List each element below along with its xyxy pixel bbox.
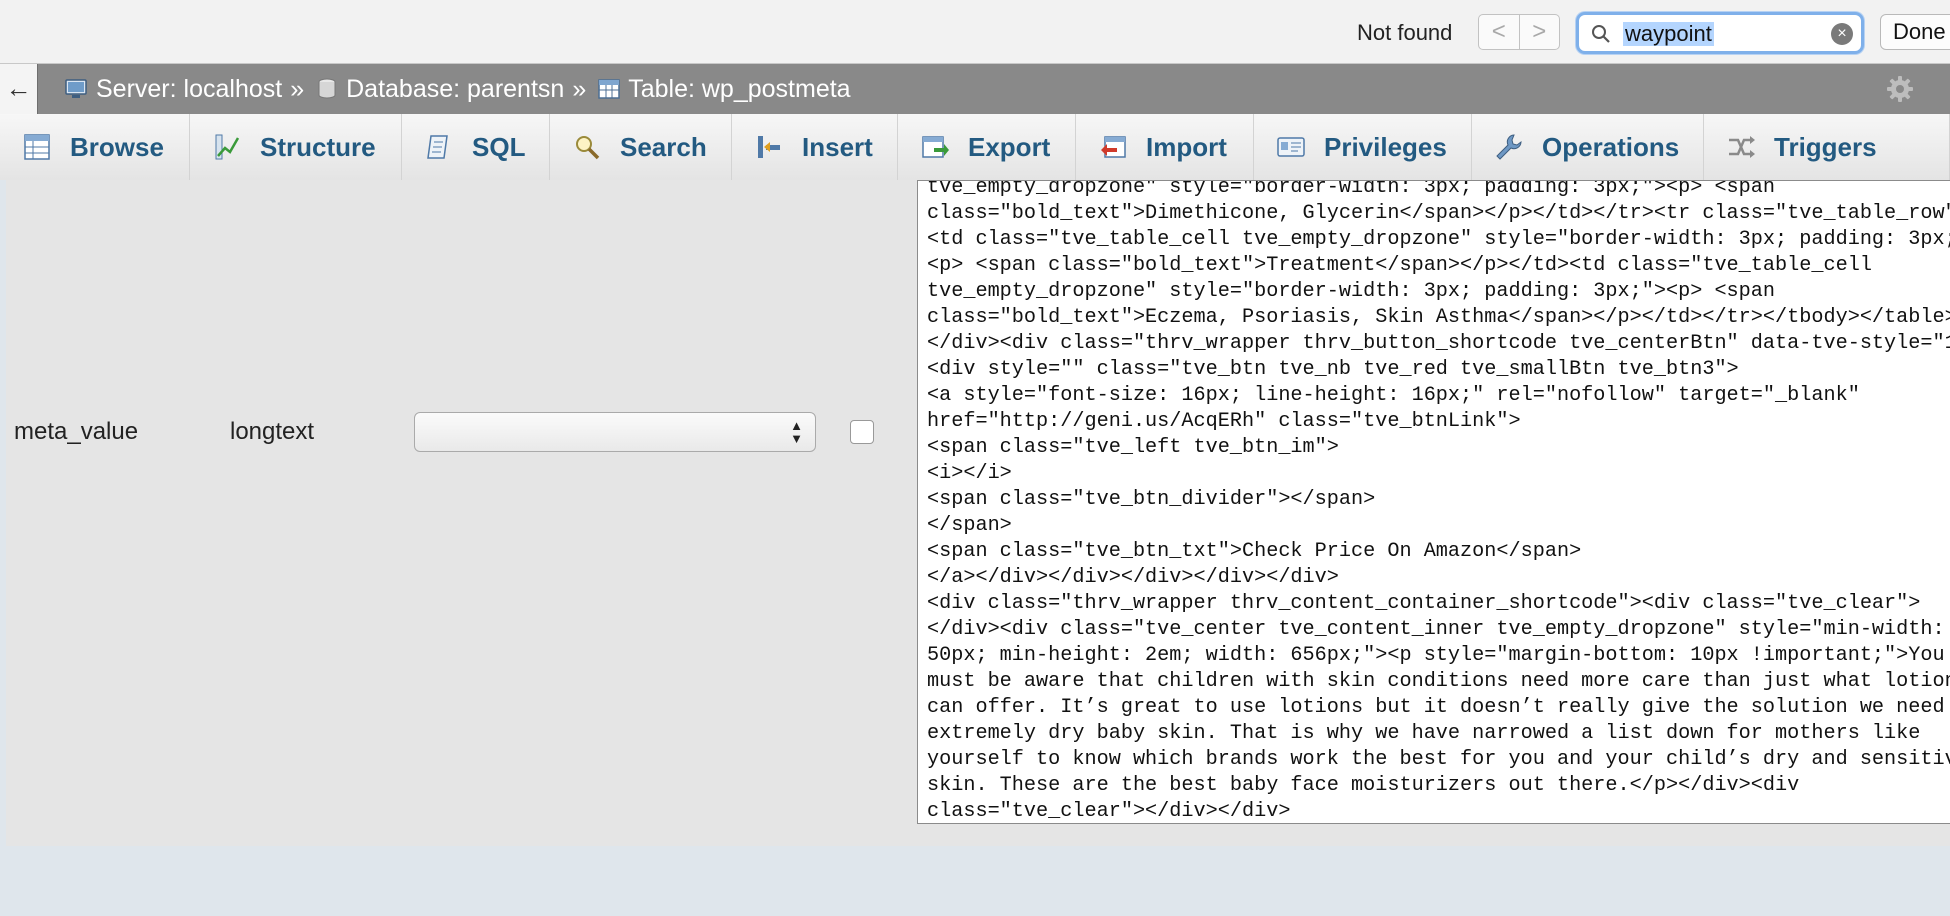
breadcrumb-database[interactable]: Database: parentsn	[314, 75, 564, 104]
tab-privileges[interactable]: Privileges	[1254, 114, 1472, 180]
breadcrumb-separator: »	[572, 74, 587, 103]
tab-insert[interactable]: Insert	[732, 114, 898, 180]
clear-icon[interactable]: ×	[1831, 23, 1853, 45]
breadcrumb-server-label: Server: localhost	[96, 74, 283, 103]
database-icon	[318, 78, 336, 99]
tab-triggers-label: Triggers	[1774, 131, 1877, 162]
tab-operations-label: Operations	[1542, 131, 1680, 162]
insert-row: meta_value longtext ▲ ▼ tve_empty_dropzon…	[6, 180, 1950, 846]
triggers-icon	[1729, 136, 1755, 158]
tab-insert-label: Insert	[802, 131, 873, 162]
tab-sql-label: SQL	[472, 131, 526, 162]
tab-browse-label: Browse	[70, 131, 164, 162]
tab-bar: Browse Structure SQL Search Insert Expor…	[0, 114, 1950, 180]
breadcrumb: Server: localhost » Database: parentsn »…	[64, 64, 851, 114]
bottom-area	[6, 846, 1950, 916]
tab-search-label: Search	[620, 131, 707, 162]
column-type: longtext	[230, 418, 315, 445]
privileges-icon	[1277, 137, 1305, 157]
tab-search[interactable]: Search	[550, 114, 732, 180]
find-query[interactable]: waypoint	[1623, 22, 1714, 46]
insert-icon	[758, 136, 780, 158]
breadcrumb-table-label: Table: wp_postmeta	[628, 74, 851, 103]
structure-icon	[215, 134, 240, 160]
back-button[interactable]: ←	[0, 64, 38, 114]
find-input[interactable]: waypoint ×	[1576, 12, 1864, 54]
import-icon	[1101, 136, 1126, 158]
tab-browse[interactable]: Browse	[0, 114, 190, 180]
column-name: meta_value	[14, 418, 139, 445]
tab-sql[interactable]: SQL	[402, 114, 550, 180]
tab-structure-label: Structure	[260, 131, 376, 162]
breadcrumb-database-label: Database: parentsn	[346, 74, 565, 103]
tab-export[interactable]: Export	[898, 114, 1076, 180]
find-bar: Not found < > waypoint × Done	[0, 0, 1950, 64]
done-button[interactable]: Done	[1880, 14, 1950, 50]
tab-structure[interactable]: Structure	[190, 114, 402, 180]
tab-import-label: Import	[1146, 131, 1227, 162]
null-checkbox[interactable]	[850, 420, 874, 444]
breadcrumb-table[interactable]: Table: wp_postmeta	[596, 74, 851, 104]
value-text: tve_empty_dropzone" style="border-width:…	[927, 180, 1950, 823]
tab-import[interactable]: Import	[1076, 114, 1254, 180]
find-status: Not found	[1357, 20, 1453, 45]
tab-privileges-label: Privileges	[1324, 131, 1447, 162]
gear-icon[interactable]	[1885, 74, 1915, 104]
export-icon	[922, 136, 949, 158]
tab-operations[interactable]: Operations	[1472, 114, 1704, 180]
value-textarea[interactable]: tve_empty_dropzone" style="border-width:…	[917, 180, 1950, 824]
function-select[interactable]: ▲ ▼	[414, 412, 816, 452]
server-icon	[65, 79, 87, 98]
table-icon	[598, 79, 620, 99]
find-nav-group: < >	[1478, 14, 1560, 50]
breadcrumb-server[interactable]: Server: localhost	[64, 75, 282, 104]
browse-icon	[24, 134, 50, 160]
search-icon	[576, 136, 600, 160]
breadcrumb-bar: ← Server: localhost » Database: parentsn…	[0, 64, 1950, 114]
find-previous-button[interactable]: <	[1479, 15, 1519, 49]
tab-triggers[interactable]: Triggers	[1704, 114, 1950, 180]
search-icon	[1592, 25, 1610, 43]
operations-icon	[1496, 134, 1522, 160]
select-arrows-icon: ▲ ▼	[790, 418, 803, 446]
breadcrumb-separator: »	[290, 74, 305, 103]
tab-export-label: Export	[968, 131, 1051, 162]
find-next-button[interactable]: >	[1518, 15, 1560, 49]
sql-icon	[427, 135, 448, 159]
